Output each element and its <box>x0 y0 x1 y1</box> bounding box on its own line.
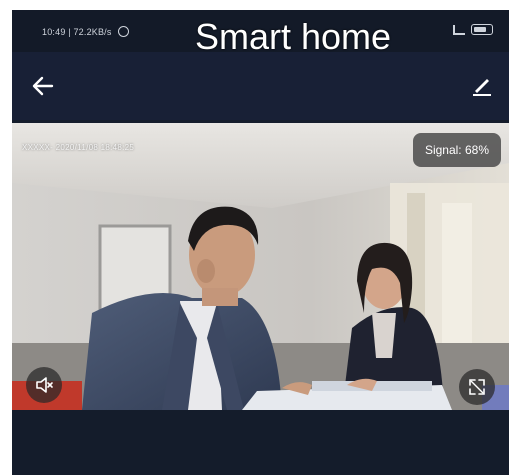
status-bar-info: 10:49 | 72.2KB/s <box>42 26 130 37</box>
app-frame: 10:49 | 72.2KB/s Smart home XXXXX- 2020/… <box>12 10 509 475</box>
arrow-left-icon <box>32 76 54 96</box>
app-title: Smart home <box>195 16 392 57</box>
edit-button[interactable] <box>469 72 495 98</box>
fullscreen-button[interactable] <box>459 369 495 405</box>
battery-icon <box>471 24 493 35</box>
video-timestamp: XXXXX- 2020/11/08 18:48:25 <box>22 143 135 152</box>
mute-button[interactable] <box>26 367 62 403</box>
fullscreen-icon <box>469 379 485 395</box>
alarm-clock-icon <box>118 26 130 37</box>
signal-strength-icon <box>453 24 465 35</box>
status-time-speed: 10:49 | 72.2KB/s <box>42 27 112 37</box>
speaker-mute-icon <box>36 377 53 393</box>
bottom-control-panel <box>12 410 509 475</box>
status-bar-right <box>453 24 493 35</box>
nav-bar <box>12 52 509 120</box>
camera-video-feed[interactable]: XXXXX- 2020/11/08 18:48:25 Signal: 68% <box>12 123 509 410</box>
signal-badge: Signal: 68% <box>412 133 501 167</box>
back-button[interactable] <box>30 74 56 98</box>
pencil-icon <box>473 79 491 96</box>
